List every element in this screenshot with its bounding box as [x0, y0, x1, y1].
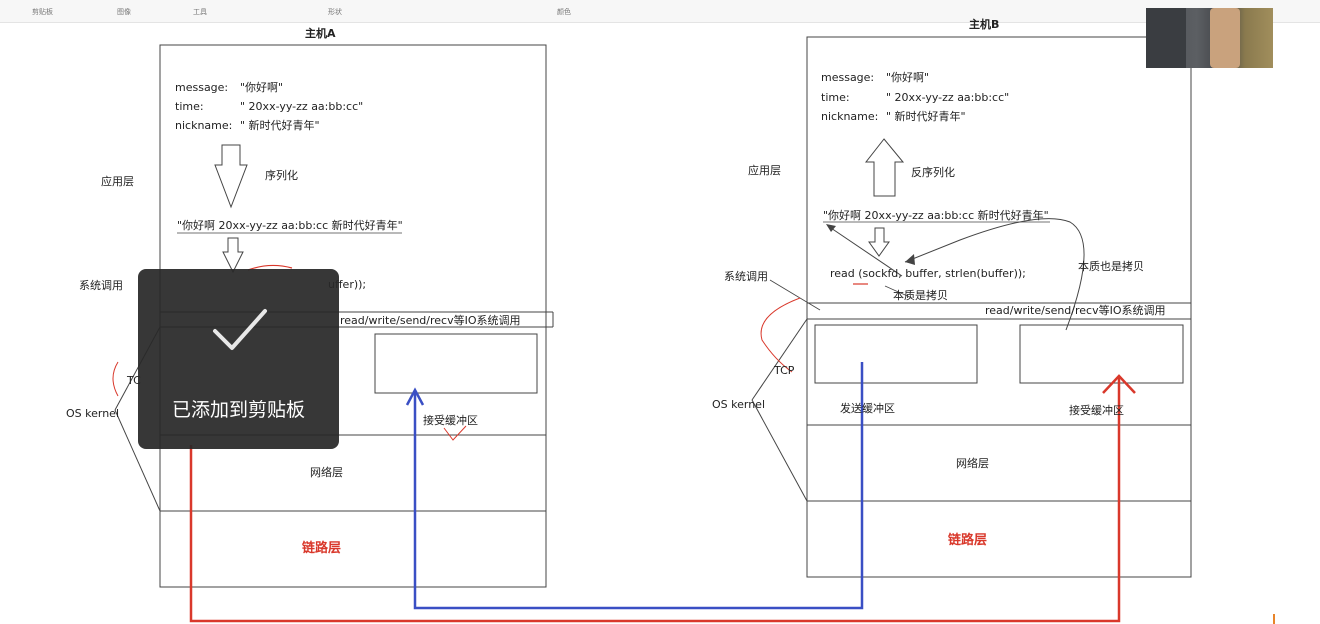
host-b-os-kernel-label: OS kernel — [712, 398, 766, 411]
host-b-link-layer-label: 链路层 — [948, 533, 988, 548]
webcam-overlay — [1146, 8, 1273, 68]
host-b-serialized-string: "你好啊 20xx-yy-zz aa:bb:cc 新时代好青年" — [823, 209, 1049, 222]
host-b-recv-buffer-label: 接受缓冲区 — [1069, 404, 1124, 417]
host-a-message-label: message: — [175, 81, 229, 94]
blue-transfer-arrow — [413, 362, 864, 610]
host-b-time-value: " 20xx-yy-zz aa:bb:cc" — [886, 91, 1010, 104]
host-a-nickname-label: nickname: — [175, 119, 233, 132]
deserialize-arrow-icon — [864, 138, 905, 197]
host-b-tcp-label: TCP — [774, 364, 795, 377]
host-a-os-kernel-label: OS kernel — [66, 407, 120, 420]
host-b-network-layer-label: 网络层 — [956, 457, 989, 470]
host-b-send-buffer-box — [814, 324, 978, 384]
host-b-copy-note-2: 本质是拷贝 — [893, 289, 948, 302]
serialize-arrow-icon — [214, 144, 248, 209]
host-a-title: 主机A — [305, 27, 336, 40]
host-a-io-syscalls: read/write/send/recv等IO系统调用 — [340, 314, 521, 327]
host-a-time-value: " 20xx-yy-zz aa:bb:cc" — [240, 100, 364, 113]
host-b-send-buffer-label: 发送缓冲区 — [840, 402, 895, 415]
host-b-nickname-value: " 新时代好青年" — [886, 110, 966, 123]
down-arrow-icon-b — [868, 227, 890, 257]
host-a-nickname-value: " 新时代好青年" — [240, 119, 320, 132]
host-b-title: 主机B — [969, 18, 1000, 31]
host-a-app-layer-label: 应用层 — [101, 175, 134, 188]
checkmark-icon — [213, 309, 267, 350]
host-b-io-syscalls: read/write/send/recv等IO系统调用 — [985, 304, 1166, 317]
host-a-link-layer-label: 链路层 — [302, 541, 342, 556]
host-a-syscall-label: 系统调用 — [79, 279, 123, 292]
host-b-recv-buffer-box — [1019, 324, 1184, 384]
host-b-message-label: message: — [821, 71, 875, 84]
host-a-message-value: "你好啊" — [240, 81, 284, 94]
host-a-recv-buffer-box — [374, 333, 538, 394]
host-b-syscall-label: 系统调用 — [724, 270, 768, 283]
webcam-person — [1210, 8, 1240, 68]
host-b-nickname-label: nickname: — [821, 110, 879, 123]
toast-message: 已添加到剪贴板 — [171, 399, 305, 421]
host-b-app-layer-label: 应用层 — [748, 164, 781, 177]
webcam-background — [1146, 8, 1186, 68]
down-arrow-icon — [222, 237, 244, 274]
host-b-read-call: read (sockfd, buffer, strlen(buffer)); — [830, 267, 1026, 280]
host-a-serialized-string: "你好啊 20xx-yy-zz aa:bb:cc 新时代好青年" — [177, 219, 403, 232]
host-b-message-value: "你好啊" — [886, 71, 930, 84]
host-b-deserialize-label: 反序列化 — [911, 166, 955, 179]
host-b-time-label: time: — [821, 91, 850, 104]
host-b-copy-note-1: 本质也是拷贝 — [1078, 260, 1144, 273]
clipboard-toast: 已添加到剪贴板 — [138, 269, 339, 449]
host-a-network-layer-label: 网络层 — [310, 466, 343, 479]
host-a-serialize-label: 序列化 — [265, 169, 298, 182]
host-a-recv-buffer-label: 接受缓冲区 — [423, 414, 478, 427]
host-a-time-label: time: — [175, 100, 204, 113]
